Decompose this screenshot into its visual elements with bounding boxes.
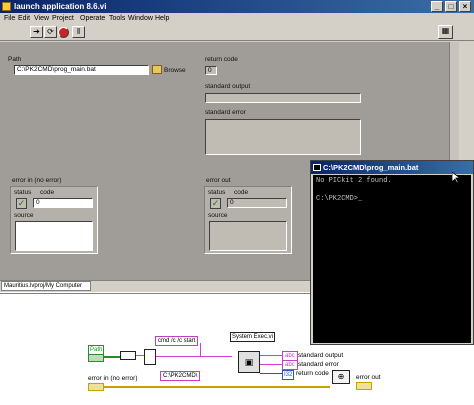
project-context-tab[interactable]: Mauritius.lvproj/My Computer	[1, 281, 91, 291]
error-in-status-label: status	[14, 189, 32, 196]
browse-button[interactable]: Browse	[164, 67, 186, 74]
run-continuously-icon[interactable]: ⟳	[44, 26, 57, 38]
return-code-terminal-label: return code	[296, 370, 329, 377]
error-out-code-indicator: 0	[227, 198, 287, 208]
error-out-source-indicator	[209, 221, 287, 251]
error-out-status-checkmark-icon: ✓	[210, 198, 221, 209]
pause-icon[interactable]: ‖	[72, 26, 85, 38]
error-in-code-input[interactable]: 0	[33, 198, 93, 208]
menu-window[interactable]: Window	[126, 13, 155, 24]
toolbar: ➔ ⟳ ‖ ▦	[0, 24, 474, 41]
mouse-pointer-icon	[452, 172, 460, 184]
standard-output-label: standard output	[205, 83, 251, 90]
menu-help[interactable]: Help	[153, 13, 171, 24]
maximize-button[interactable]: □	[445, 1, 457, 12]
path-label: Path	[8, 56, 22, 63]
console-window[interactable]: C:\PK2CMD\prog_main.bat No PICkit 2 foun…	[310, 160, 474, 345]
error-in-source-input[interactable]	[15, 221, 93, 251]
error-in-label: error in (no error)	[12, 177, 62, 184]
return-code-indicator: 0	[205, 66, 217, 75]
error-out-terminal-icon[interactable]	[356, 382, 372, 390]
concatenate-strings-node[interactable]	[144, 349, 156, 365]
i32-indicator[interactable]: I32	[282, 370, 295, 380]
error-in-status-checkmark-icon[interactable]: ✓	[16, 198, 27, 209]
stdout-wire	[260, 355, 282, 356]
string-wire-3	[200, 343, 201, 357]
error-out-source-label: source	[208, 212, 228, 219]
menu-operate[interactable]: Operate	[78, 13, 107, 24]
path-wire	[104, 356, 120, 358]
error-out-status-label: status	[208, 189, 226, 196]
vi-icon[interactable]: ▦	[438, 25, 453, 39]
console-line-1: No PICkit 2 found.	[316, 177, 392, 185]
return-code-wire	[260, 373, 282, 374]
menu-tools[interactable]: Tools	[107, 13, 127, 24]
standard-error-label: standard error	[205, 109, 246, 116]
path-input[interactable]: C:\PK2CMD\prog_main.bat	[14, 65, 149, 75]
error-in-code-label: code	[40, 189, 55, 196]
menu-project[interactable]: Project	[50, 13, 76, 24]
console-title-bar: C:\PK2CMD\prog_main.bat	[311, 161, 473, 174]
standard-output-terminal-label: standard output	[298, 352, 344, 359]
string-wire-2	[156, 356, 232, 357]
error-in-source-label: source	[14, 212, 34, 219]
console-output[interactable]: No PICkit 2 found. C:\PK2CMD>_	[313, 175, 471, 343]
error-in-terminal-label: error in (no error)	[88, 375, 138, 382]
string-wire-1	[136, 355, 144, 356]
path-to-string-node[interactable]	[120, 351, 136, 360]
menu-file[interactable]: File	[2, 13, 17, 24]
system-exec-icon[interactable]: ▣	[238, 351, 260, 373]
error-out-code-label: code	[234, 189, 249, 196]
menu-view[interactable]: View	[32, 13, 51, 24]
labview-app-icon	[2, 2, 11, 11]
title-bar: launch application 8.6.vi	[0, 0, 474, 13]
error-wire	[104, 386, 330, 388]
console-title: C:\PK2CMD\prog_main.bat	[323, 163, 419, 172]
standard-error-terminal-label: standard error	[298, 361, 339, 368]
folder-icon[interactable]	[152, 65, 162, 74]
console-window-icon	[313, 164, 321, 171]
standard-error-indicator	[205, 119, 361, 155]
minimize-button[interactable]: _	[431, 1, 443, 12]
path-terminal-icon[interactable]	[88, 354, 104, 362]
cmd-dir-string-constant[interactable]: C:\PK2CMD\	[160, 371, 201, 381]
abort-execution-icon[interactable]	[58, 27, 69, 38]
standard-output-indicator	[205, 93, 361, 103]
error-in-cluster: status code ✓ 0 source	[10, 186, 98, 254]
stderr-wire	[260, 364, 282, 365]
return-code-label: return code	[205, 56, 238, 63]
system-exec-label: System Exec.vi	[230, 332, 276, 342]
error-in-terminal-icon[interactable]	[88, 383, 104, 391]
merge-errors-icon[interactable]: ⊕	[332, 370, 350, 384]
error-out-terminal-label: error out	[356, 374, 381, 381]
menu-edit[interactable]: Edit	[16, 13, 32, 24]
run-arrow-icon[interactable]: ➔	[30, 26, 43, 38]
window-title: launch application 8.6.vi	[14, 2, 107, 11]
abc-indicator-2[interactable]: abc	[282, 360, 298, 370]
menu-bar: File Edit View Project Operate Tools Win…	[0, 13, 474, 24]
console-line-2: C:\PK2CMD>_	[316, 195, 363, 203]
error-out-cluster: status code ✓ 0 source	[204, 186, 292, 254]
close-button[interactable]: ×	[459, 1, 471, 12]
error-out-label: error out	[206, 177, 231, 184]
cmd-string-constant[interactable]: cmd /c /c start	[155, 336, 199, 346]
